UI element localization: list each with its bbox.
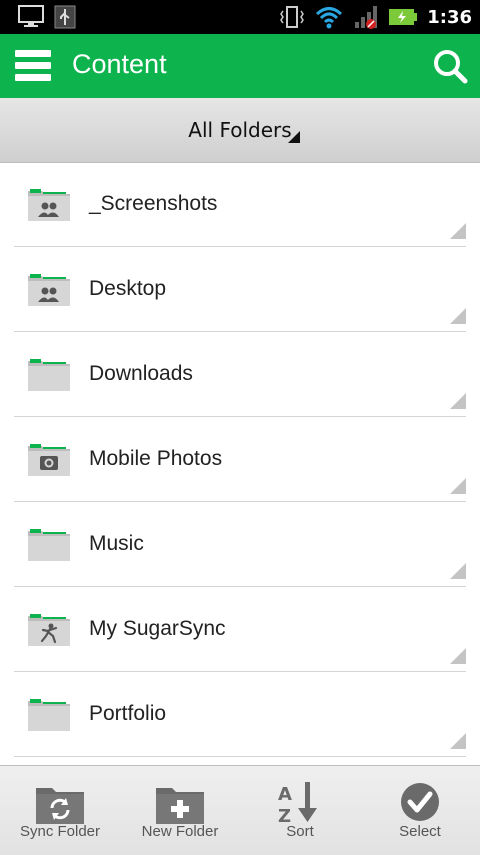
folder-icon	[28, 699, 70, 731]
sort-button[interactable]: A Z Sort	[240, 766, 360, 855]
list-item[interactable]: Portfolio	[0, 672, 480, 757]
menu-icon[interactable]	[15, 50, 51, 82]
shared-folder-icon	[28, 274, 70, 306]
filter-label: All Folders	[188, 118, 292, 142]
list-item[interactable]: _Screenshots	[0, 162, 480, 247]
battery-icon	[389, 9, 418, 25]
context-menu-corner-icon[interactable]	[450, 733, 466, 749]
page-title: Content	[72, 49, 167, 79]
svg-text:Z: Z	[278, 806, 291, 824]
folder-filter-dropdown[interactable]: All Folders	[0, 98, 480, 163]
list-item[interactable]: Music	[0, 502, 480, 587]
folder-name: Downloads	[89, 362, 193, 385]
svg-text:A: A	[278, 784, 292, 805]
folder-name: Desktop	[89, 277, 167, 300]
checkmark-icon	[401, 783, 439, 821]
sugarsync-folder-icon	[28, 614, 70, 646]
wifi-icon	[316, 7, 343, 29]
new-folder-button[interactable]: New Folder	[120, 766, 240, 855]
status-bar: 1:36	[0, 0, 480, 34]
folder-icon	[28, 359, 70, 391]
context-menu-corner-icon[interactable]	[450, 393, 466, 409]
list-item[interactable]: My SugarSync	[0, 587, 480, 672]
sync-folder-button[interactable]: Sync Folder	[0, 766, 120, 855]
list-item[interactable]: Desktop	[0, 247, 480, 332]
add-folder-icon	[156, 788, 204, 824]
folder-icon	[28, 529, 70, 561]
dropdown-triangle-icon	[288, 131, 300, 143]
list-item[interactable]: Mobile Photos	[0, 417, 480, 502]
context-menu-corner-icon[interactable]	[450, 478, 466, 494]
context-menu-corner-icon[interactable]	[450, 648, 466, 664]
status-time: 1:36	[427, 6, 472, 28]
vibrate-icon	[280, 6, 305, 28]
app-bar: Content	[0, 34, 480, 98]
context-menu-corner-icon[interactable]	[450, 223, 466, 239]
select-label: Select	[399, 823, 441, 840]
folder-name: Portfolio	[89, 702, 167, 725]
folder-name: Music	[89, 532, 144, 555]
sync-folder-icon	[36, 788, 84, 824]
folder-list: _Screenshots Desktop Downloads Mobile Ph…	[0, 162, 480, 757]
context-menu-corner-icon[interactable]	[450, 308, 466, 324]
sort-label: Sort	[286, 823, 314, 840]
monitor-icon	[18, 5, 44, 27]
search-icon[interactable]	[432, 48, 468, 84]
camera-folder-icon	[28, 444, 70, 476]
usb-icon	[54, 5, 76, 29]
folder-name: _Screenshots	[89, 192, 218, 215]
folder-name: Mobile Photos	[89, 447, 223, 470]
new-folder-label: New Folder	[141, 823, 219, 840]
sort-az-icon: A Z	[278, 782, 317, 824]
folder-name: My SugarSync	[89, 617, 226, 640]
context-menu-corner-icon[interactable]	[450, 563, 466, 579]
list-item[interactable]: Downloads	[0, 332, 480, 417]
signal-icon	[355, 6, 378, 29]
select-button[interactable]: Select	[360, 766, 480, 855]
sync-folder-label: Sync Folder	[19, 823, 101, 840]
bottom-toolbar: Sync Folder New Folder A Z Sort Select	[0, 765, 480, 855]
shared-folder-icon	[28, 189, 70, 221]
